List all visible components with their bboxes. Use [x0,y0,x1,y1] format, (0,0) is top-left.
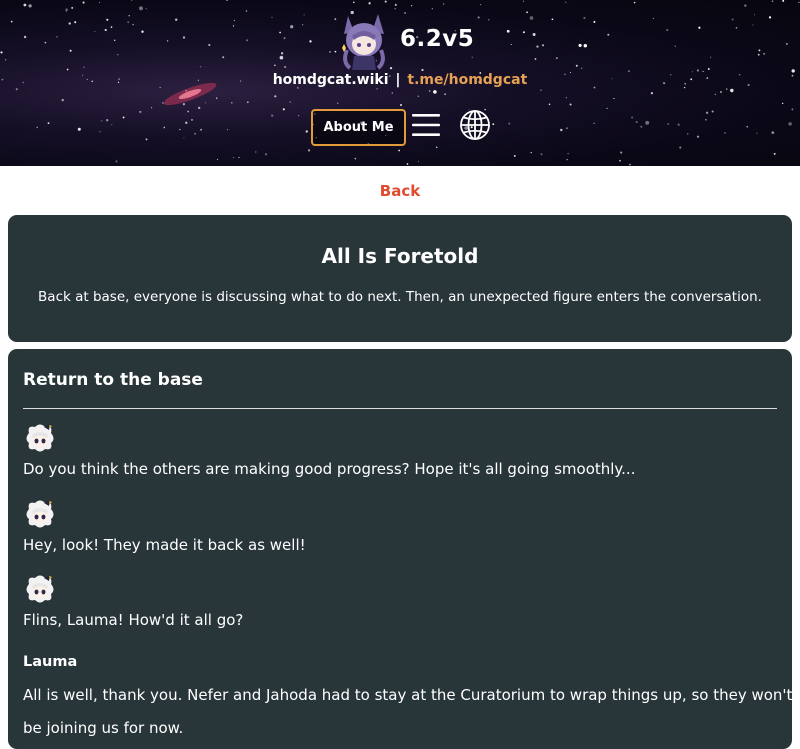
brand: 6.2v5 [0,8,800,72]
dialogue-line: Hey, look! They made it back as well! [23,536,306,554]
chapter-card [8,215,792,342]
site-header: 6.2v5 homdgcat.wiki | t.me/homdgcat Abou… [0,0,800,166]
paimon-icon [26,424,54,452]
dialogue-line: All is well, thank you. Nefer and Jahoda… [23,686,793,704]
globe-icon[interactable] [459,109,491,141]
dialogue-line: Do you think the others are making good … [23,460,636,478]
site-link[interactable]: homdgcat.wiki [273,72,389,88]
paimon-icon [26,500,54,528]
dialogue-line-continued: be joining us for now. [23,719,184,737]
chapter-title: All Is Foretold [321,244,479,268]
chapter-description: Back at base, everyone is discussing wha… [38,289,762,305]
about-me-button[interactable]: About Me [311,109,406,146]
header-links: homdgcat.wiki | t.me/homdgcat [0,72,800,88]
back-link[interactable]: Back [0,182,800,200]
section-title: Return to the base [23,370,203,390]
version-label: 6.2v5 [400,26,475,52]
paimon-icon [26,575,54,603]
speaker-name: Lauma [23,654,78,670]
section-divider [23,408,777,409]
mascot-avatar-icon [342,14,385,70]
dialogue-line: Flins, Lauma! How'd it all go? [23,611,244,629]
link-separator: | [395,72,401,88]
hamburger-menu-icon[interactable] [410,111,442,139]
telegram-link[interactable]: t.me/homdgcat [407,72,527,88]
